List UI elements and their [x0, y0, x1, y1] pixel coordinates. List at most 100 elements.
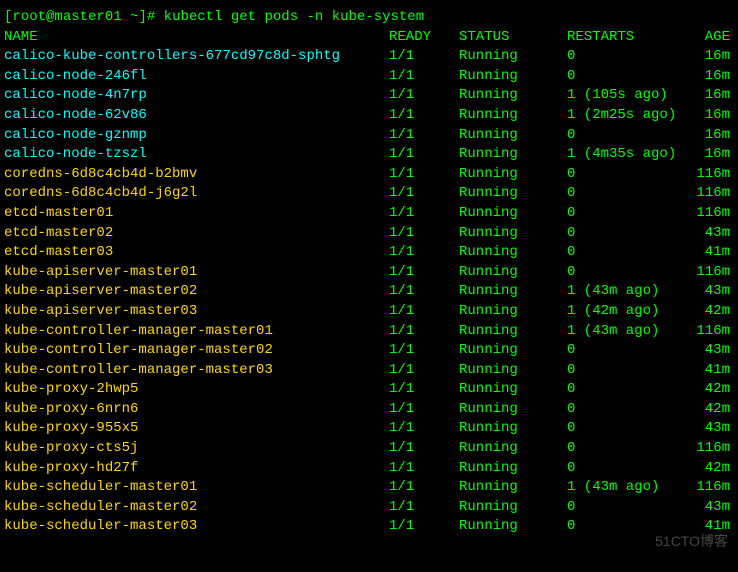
pod-name: etcd-master02	[4, 224, 389, 244]
pod-ready: 1/1	[389, 419, 459, 439]
table-row: calico-node-gznmp1/1Running016m	[4, 126, 734, 146]
pod-age: 16m	[695, 126, 734, 146]
pod-restarts: 0	[567, 341, 695, 361]
header-restarts: RESTARTS	[567, 28, 695, 48]
pod-age: 116m	[695, 439, 734, 459]
pod-ready: 1/1	[389, 224, 459, 244]
pod-ready: 1/1	[389, 498, 459, 518]
pod-ready: 1/1	[389, 459, 459, 479]
pod-restarts: 1 (105s ago)	[567, 86, 695, 106]
pod-restarts: 0	[567, 400, 695, 420]
header-age: AGE	[695, 28, 734, 48]
pod-restarts: 1 (43m ago)	[567, 322, 695, 342]
pod-status: Running	[459, 498, 567, 518]
table-row: etcd-master031/1Running041m	[4, 243, 734, 263]
table-row: kube-controller-manager-master011/1Runni…	[4, 322, 734, 342]
pod-restarts: 0	[567, 361, 695, 381]
pod-restarts: 0	[567, 184, 695, 204]
table-row: kube-scheduler-master031/1Running041m	[4, 517, 734, 537]
table-row: kube-apiserver-master011/1Running0116m	[4, 263, 734, 283]
pod-ready: 1/1	[389, 263, 459, 283]
pod-name: kube-apiserver-master02	[4, 282, 389, 302]
pod-ready: 1/1	[389, 86, 459, 106]
pod-ready: 1/1	[389, 67, 459, 87]
pod-restarts: 0	[567, 67, 695, 87]
pod-age: 42m	[695, 459, 734, 479]
watermark: 51CTO博客	[655, 532, 728, 552]
pod-name: kube-proxy-hd27f	[4, 459, 389, 479]
pod-status: Running	[459, 517, 567, 537]
shell-prompt[interactable]: [root@master01 ~]# kubectl get pods -n k…	[4, 8, 734, 28]
pod-restarts: 0	[567, 419, 695, 439]
pod-ready: 1/1	[389, 517, 459, 537]
pod-age: 43m	[695, 224, 734, 244]
table-row: kube-proxy-hd27f1/1Running042m	[4, 459, 734, 479]
table-row: kube-proxy-2hwp51/1Running042m	[4, 380, 734, 400]
pod-age: 41m	[695, 243, 734, 263]
header-ready: READY	[389, 28, 459, 48]
pod-status: Running	[459, 243, 567, 263]
pod-status: Running	[459, 86, 567, 106]
table-row: calico-node-246fl1/1Running016m	[4, 67, 734, 87]
pod-name: kube-controller-manager-master02	[4, 341, 389, 361]
table-row: kube-controller-manager-master021/1Runni…	[4, 341, 734, 361]
pod-name: kube-proxy-cts5j	[4, 439, 389, 459]
pod-age: 116m	[695, 165, 734, 185]
table-header: NAME READY STATUS RESTARTS AGE	[4, 28, 734, 48]
pod-ready: 1/1	[389, 243, 459, 263]
pod-name: coredns-6d8c4cb4d-b2bmv	[4, 165, 389, 185]
header-status: STATUS	[459, 28, 567, 48]
pod-restarts: 0	[567, 126, 695, 146]
pod-restarts: 0	[567, 224, 695, 244]
pod-ready: 1/1	[389, 47, 459, 67]
pod-restarts: 0	[567, 204, 695, 224]
header-name: NAME	[4, 28, 389, 48]
pod-name: kube-proxy-6nrn6	[4, 400, 389, 420]
pod-ready: 1/1	[389, 282, 459, 302]
pod-status: Running	[459, 302, 567, 322]
table-row: calico-kube-controllers-677cd97c8d-sphtg…	[4, 47, 734, 67]
pod-age: 16m	[695, 86, 734, 106]
pod-ready: 1/1	[389, 478, 459, 498]
table-row: calico-node-4n7rp1/1Running1 (105s ago)1…	[4, 86, 734, 106]
pod-status: Running	[459, 204, 567, 224]
pod-status: Running	[459, 263, 567, 283]
pod-ready: 1/1	[389, 361, 459, 381]
table-row: kube-controller-manager-master031/1Runni…	[4, 361, 734, 381]
pod-age: 43m	[695, 282, 734, 302]
pod-restarts: 0	[567, 439, 695, 459]
pod-name: calico-node-4n7rp	[4, 86, 389, 106]
pod-status: Running	[459, 439, 567, 459]
pod-name: kube-apiserver-master01	[4, 263, 389, 283]
table-row: coredns-6d8c4cb4d-j6g2l1/1Running0116m	[4, 184, 734, 204]
pod-name: kube-scheduler-master02	[4, 498, 389, 518]
pod-name: calico-node-62v86	[4, 106, 389, 126]
pod-restarts: 0	[567, 459, 695, 479]
pod-ready: 1/1	[389, 145, 459, 165]
pod-age: 42m	[695, 380, 734, 400]
pod-name: kube-scheduler-master03	[4, 517, 389, 537]
table-row: kube-proxy-cts5j1/1Running0116m	[4, 439, 734, 459]
pod-status: Running	[459, 67, 567, 87]
table-row: kube-proxy-955x51/1Running043m	[4, 419, 734, 439]
pod-ready: 1/1	[389, 322, 459, 342]
pod-name: calico-kube-controllers-677cd97c8d-sphtg	[4, 47, 389, 67]
pod-status: Running	[459, 322, 567, 342]
table-row: kube-apiserver-master021/1Running1 (43m …	[4, 282, 734, 302]
pod-name: calico-node-tzszl	[4, 145, 389, 165]
table-row: kube-scheduler-master021/1Running043m	[4, 498, 734, 518]
pod-status: Running	[459, 459, 567, 479]
pod-name: coredns-6d8c4cb4d-j6g2l	[4, 184, 389, 204]
pod-age: 16m	[695, 67, 734, 87]
pod-name: etcd-master03	[4, 243, 389, 263]
pod-status: Running	[459, 145, 567, 165]
pod-ready: 1/1	[389, 400, 459, 420]
table-row: kube-proxy-6nrn61/1Running042m	[4, 400, 734, 420]
table-row: etcd-master011/1Running0116m	[4, 204, 734, 224]
pod-restarts: 0	[567, 47, 695, 67]
pod-name: calico-node-gznmp	[4, 126, 389, 146]
table-row: kube-apiserver-master031/1Running1 (42m …	[4, 302, 734, 322]
pod-status: Running	[459, 47, 567, 67]
pod-age: 42m	[695, 302, 734, 322]
pod-list: calico-kube-controllers-677cd97c8d-sphtg…	[4, 47, 734, 537]
